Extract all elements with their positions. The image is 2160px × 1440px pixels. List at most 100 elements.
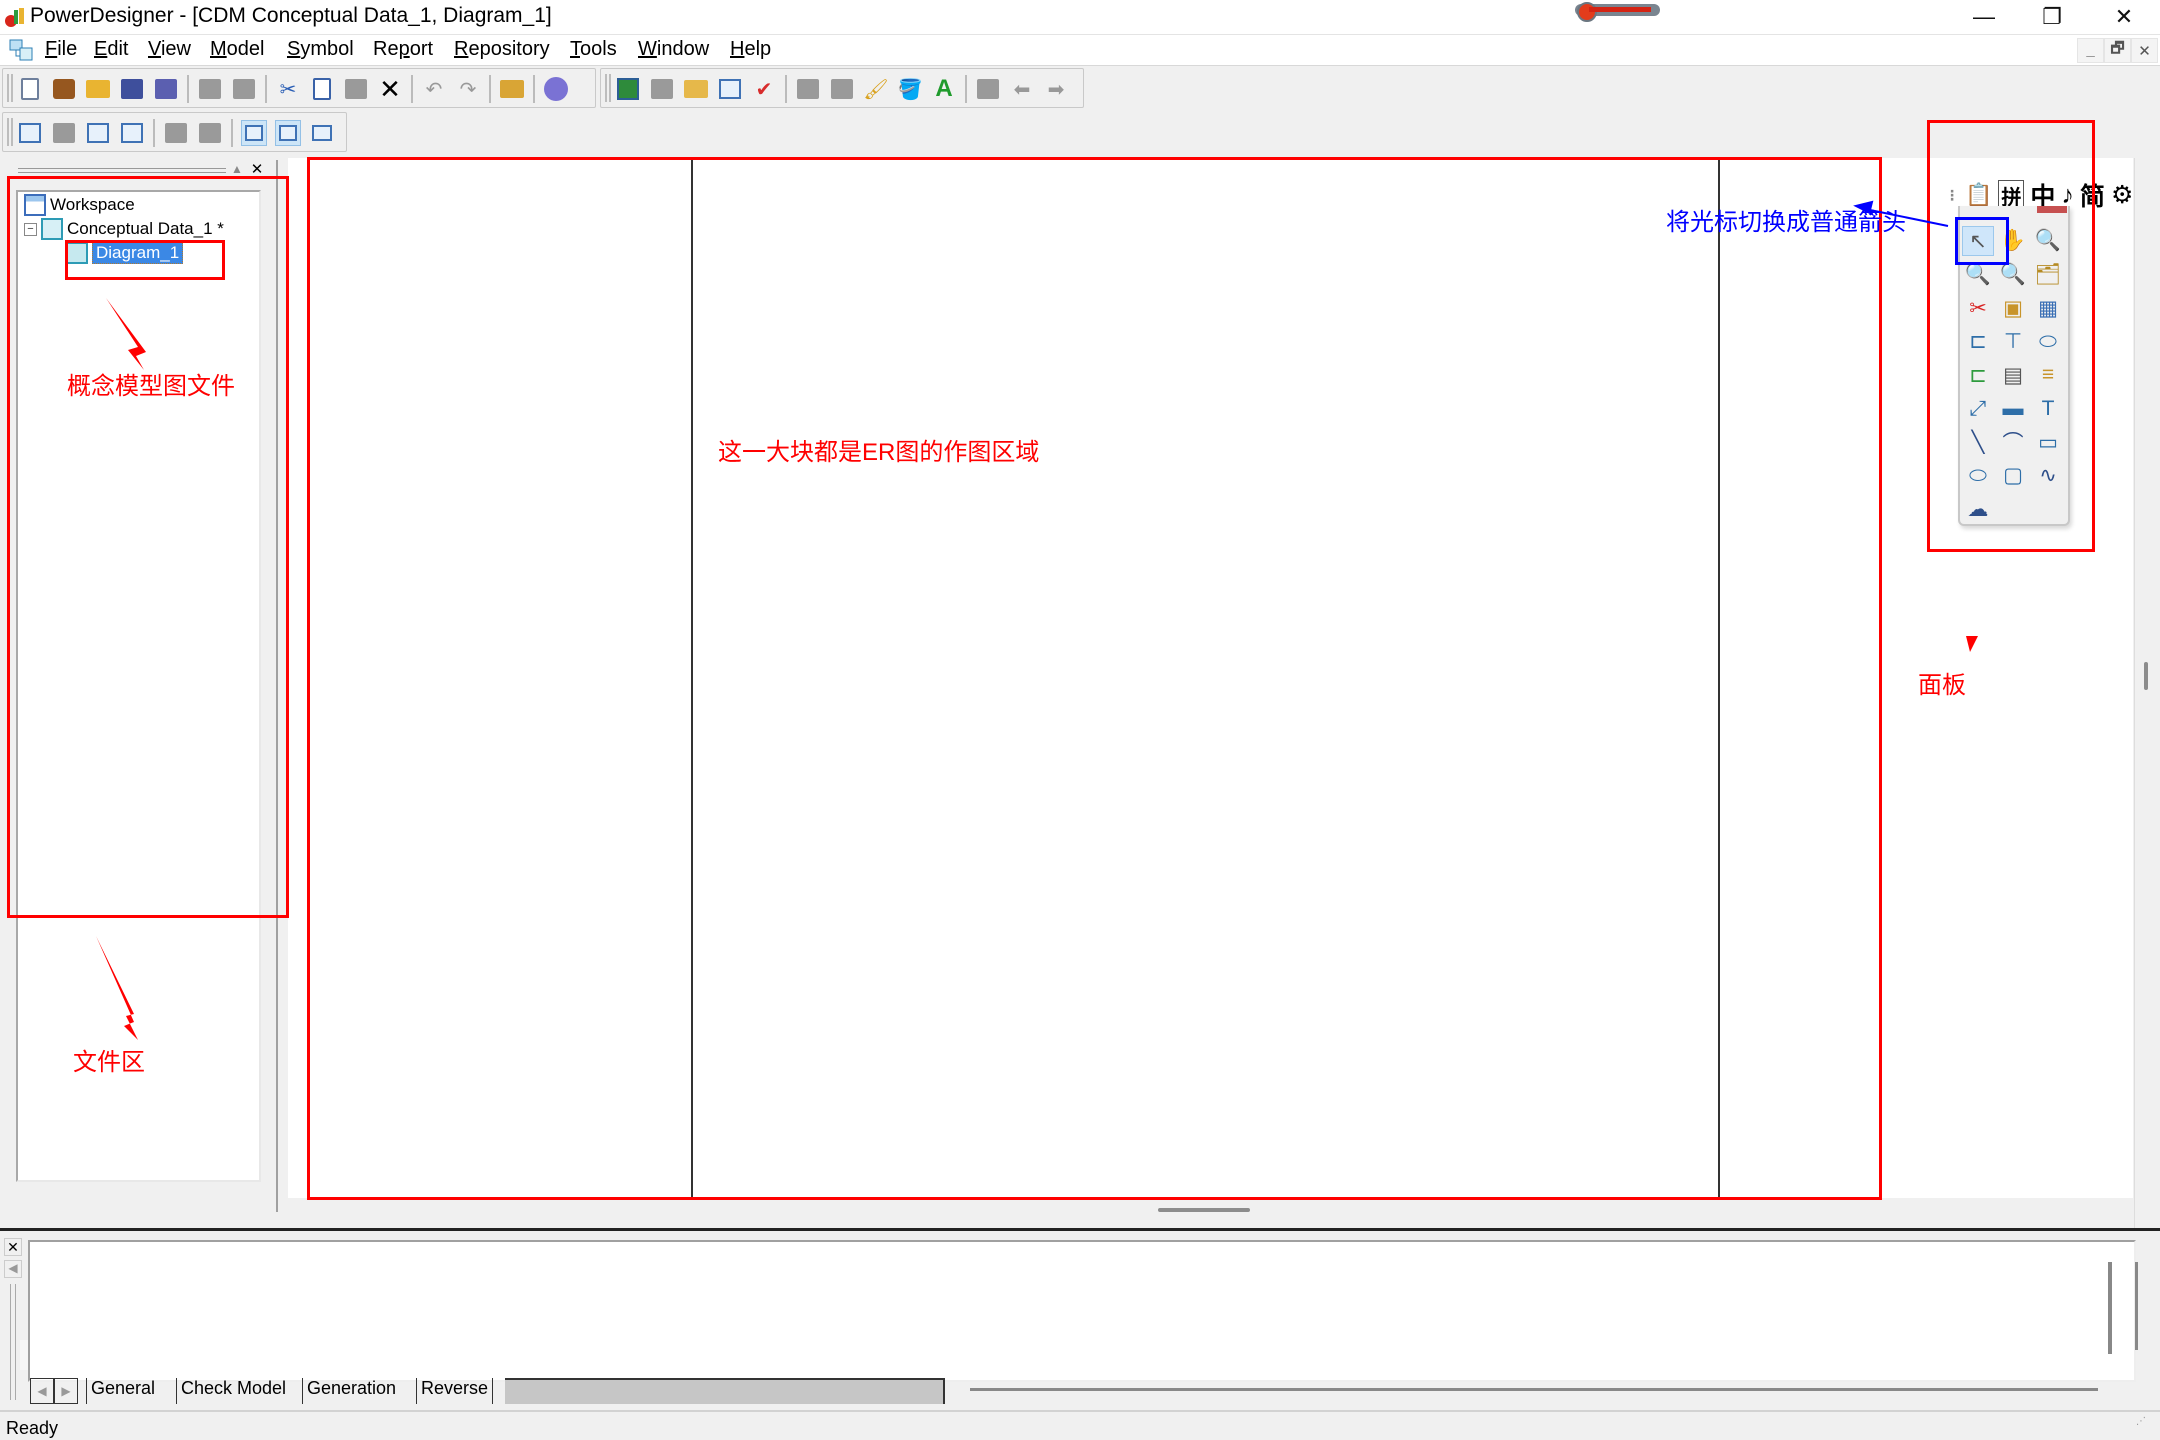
- model-window-icon[interactable]: [8, 38, 34, 62]
- menu-report[interactable]: Report: [373, 38, 433, 61]
- view-toolbar: [2, 112, 347, 152]
- separator: [187, 75, 189, 103]
- format-painter-icon[interactable]: 🖌: [863, 76, 889, 102]
- save-icon[interactable]: [119, 76, 145, 102]
- help-icon[interactable]: [543, 76, 569, 102]
- menu-file[interactable]: File: [45, 38, 77, 61]
- menu-symbol[interactable]: Symbol: [287, 38, 354, 61]
- output-toggle-icon[interactable]: [275, 120, 301, 146]
- paste-icon[interactable]: [343, 76, 369, 102]
- annotation-label-canvas: 这一大块都是ER图的作图区域: [718, 439, 1040, 466]
- single-page-icon[interactable]: [85, 120, 111, 146]
- open-icon[interactable]: [85, 76, 111, 102]
- tab-strip-filler: [505, 1378, 945, 1404]
- ungroup-icon[interactable]: [829, 76, 855, 102]
- title-bar: PowerDesigner - [CDM Conceptual Data_1, …: [0, 0, 2160, 34]
- menu-view[interactable]: View: [148, 38, 191, 61]
- browser-toggle-icon[interactable]: [241, 120, 267, 146]
- repository-icon[interactable]: [649, 76, 675, 102]
- multi-page-icon[interactable]: [119, 120, 145, 146]
- delete-icon[interactable]: ✕: [377, 74, 403, 104]
- toolbar-grip[interactable]: [7, 118, 13, 146]
- window-title: PowerDesigner - [CDM Conceptual Data_1, …: [30, 4, 552, 27]
- diagram-view-icon[interactable]: [17, 120, 43, 146]
- redo-icon[interactable]: ↷: [455, 76, 481, 102]
- output-vertical-scrollbar-thumb[interactable]: [2108, 1262, 2112, 1354]
- save-all-icon[interactable]: [153, 76, 179, 102]
- annotation-box-canvas: [307, 157, 1882, 1200]
- new-icon[interactable]: [17, 76, 43, 102]
- page-icon[interactable]: [51, 120, 77, 146]
- result-list-icon[interactable]: [309, 120, 335, 146]
- output-collapse-icon[interactable]: ◀: [4, 1260, 22, 1278]
- output-tab-reverse[interactable]: Reverse: [416, 1378, 494, 1404]
- group-icon[interactable]: [795, 76, 821, 102]
- new-project-icon[interactable]: [51, 76, 77, 102]
- tab-scroll-right-button[interactable]: ▶: [54, 1378, 78, 1404]
- new-model-icon[interactable]: [615, 76, 641, 102]
- browser-grip[interactable]: [18, 168, 226, 173]
- output-tab-check-model[interactable]: Check Model: [176, 1378, 290, 1404]
- cut-icon[interactable]: ✂: [275, 76, 301, 102]
- canvas-scroll-gutter: [2134, 158, 2160, 1228]
- output-vertical-scrollbar[interactable]: [2135, 1262, 2138, 1350]
- toolbar-grip[interactable]: [7, 74, 13, 102]
- output-close-icon[interactable]: ✕: [4, 1238, 22, 1256]
- print-icon[interactable]: [231, 76, 257, 102]
- check-in-icon[interactable]: [975, 76, 1001, 102]
- status-bar: Ready ⋰: [0, 1410, 2160, 1440]
- separator: [785, 75, 787, 103]
- thermometer-icon: [1575, 2, 1660, 22]
- output-tab-generation[interactable]: Generation: [302, 1378, 400, 1404]
- annotation-label-file-area: 文件区: [73, 1049, 145, 1076]
- undo-icon[interactable]: ↶: [421, 76, 447, 102]
- find-objects-icon[interactable]: [683, 76, 709, 102]
- minimize-button[interactable]: —: [1950, 0, 2018, 34]
- menu-window[interactable]: Window: [638, 38, 709, 61]
- menu-edit[interactable]: Edit: [94, 38, 128, 61]
- toolbar-grip[interactable]: [605, 74, 611, 102]
- separator: [965, 75, 967, 103]
- menu-model[interactable]: Model: [210, 38, 264, 61]
- standard-toolbar: ✂ ✕ ↶ ↷: [2, 68, 596, 108]
- properties-icon[interactable]: [499, 76, 525, 102]
- fill-color-icon[interactable]: 🪣: [897, 76, 923, 102]
- mdi-restore-button[interactable]: 🗗: [2104, 38, 2131, 63]
- close-button[interactable]: ✕: [2090, 0, 2158, 34]
- ime-settings-icon[interactable]: ⚙: [2111, 180, 2133, 210]
- separator: [231, 119, 233, 147]
- output-text-area[interactable]: [28, 1240, 2138, 1382]
- annotation-box-file-area: [7, 176, 289, 918]
- powerdesigner-logo-icon: [4, 6, 28, 28]
- diagram-toolbar: ✔ 🖌 🪣 A ⬅ ➡: [600, 68, 1084, 108]
- separator: [153, 119, 155, 147]
- align-right-icon[interactable]: [197, 120, 223, 146]
- separator: [533, 75, 535, 103]
- output-tab-general[interactable]: General: [86, 1378, 159, 1404]
- consolidate-icon[interactable]: ⬅: [1009, 76, 1035, 102]
- menu-repository[interactable]: Repository: [454, 38, 550, 61]
- pane-splitter[interactable]: [0, 1228, 2160, 1231]
- menu-help[interactable]: Help: [730, 38, 771, 61]
- annotation-box-palette: [1927, 120, 2095, 552]
- menu-tools[interactable]: Tools: [570, 38, 617, 61]
- align-left-icon[interactable]: [163, 120, 189, 146]
- check-model-icon[interactable]: ✔: [751, 76, 777, 102]
- status-text: Ready: [6, 1418, 59, 1438]
- canvas-horizontal-scrollbar[interactable]: [1158, 1208, 1250, 1212]
- annotation-box-diagram-file: [65, 240, 225, 280]
- font-icon[interactable]: A: [931, 75, 957, 102]
- update-icon[interactable]: ➡: [1043, 76, 1069, 102]
- print-preview-icon[interactable]: [197, 76, 223, 102]
- mdi-minimize-button[interactable]: _: [2077, 38, 2104, 63]
- copy-icon[interactable]: [309, 76, 335, 102]
- output-grip[interactable]: [10, 1284, 16, 1400]
- mdi-close-button[interactable]: ✕: [2131, 38, 2158, 63]
- output-horizontal-scrollbar[interactable]: [970, 1388, 2098, 1391]
- restore-button[interactable]: ❐: [2018, 0, 2086, 34]
- annotation-box-pointer: [1955, 217, 2009, 265]
- resize-grip-icon[interactable]: ⋰: [2136, 1416, 2146, 1427]
- tab-scroll-left-button[interactable]: ◀: [30, 1378, 54, 1404]
- separator: [489, 75, 491, 103]
- compare-icon[interactable]: [717, 76, 743, 102]
